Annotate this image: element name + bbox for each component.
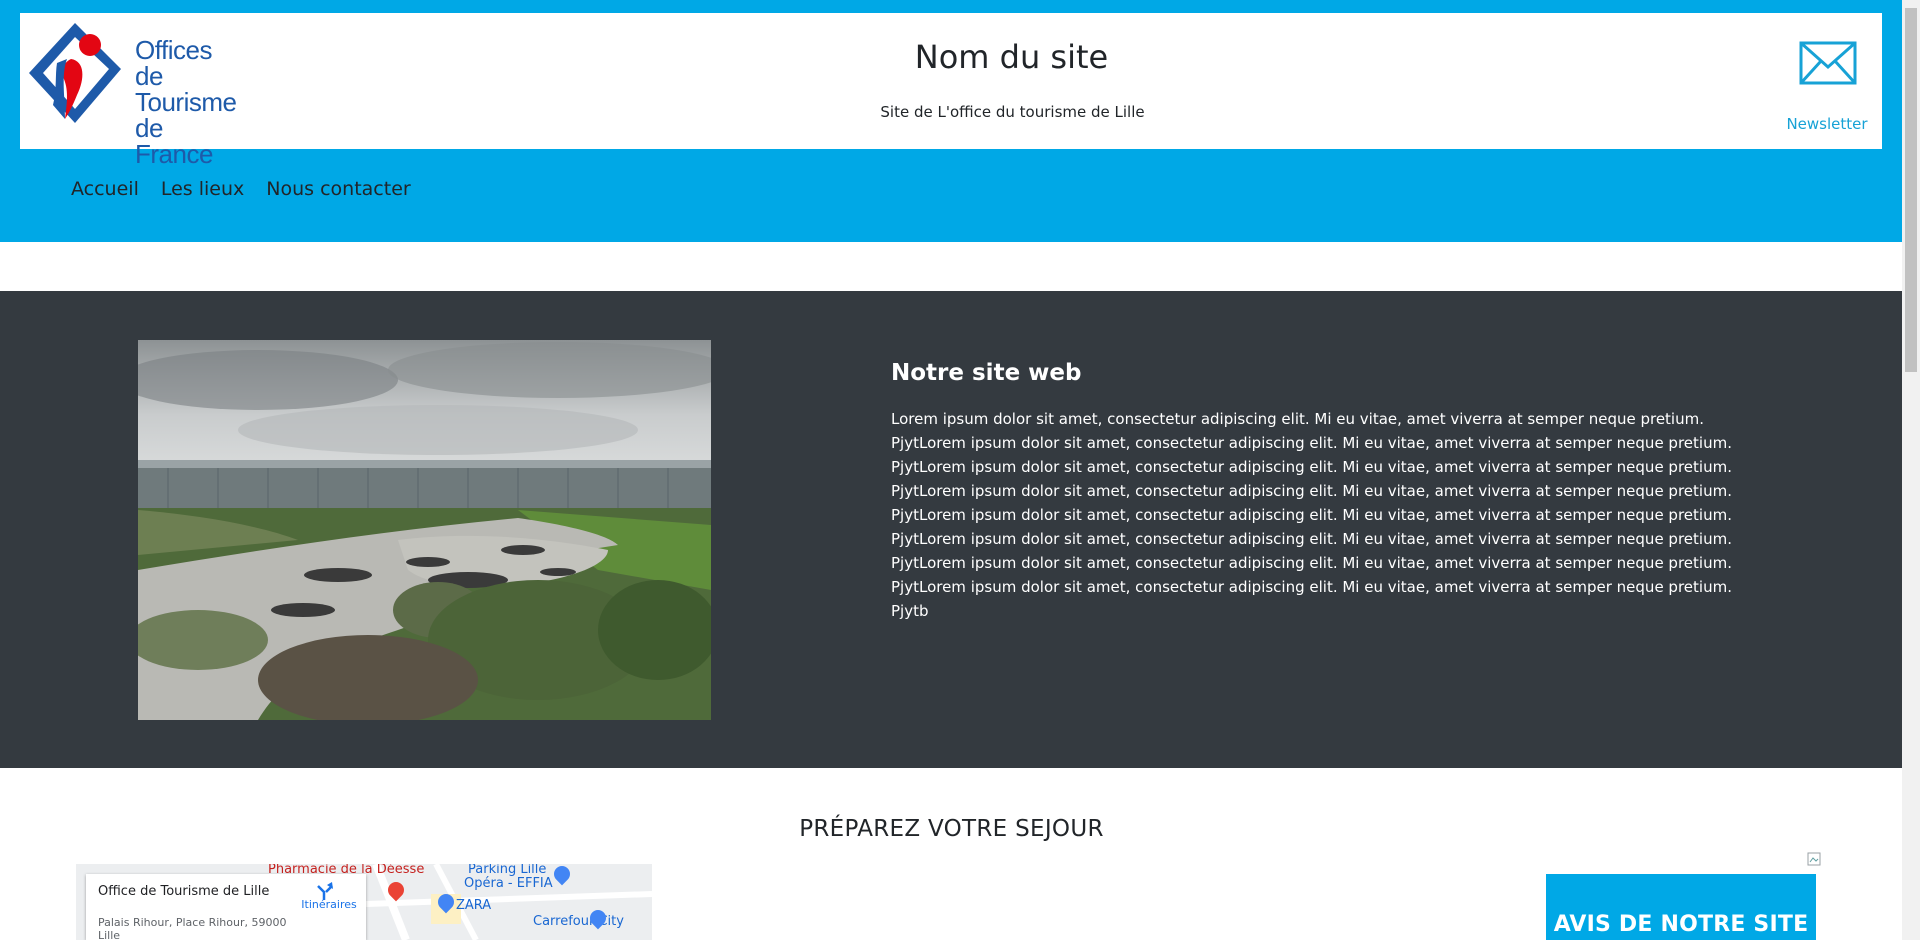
envelope-icon[interactable]: [1799, 41, 1857, 85]
map-place-name[interactable]: Office de Tourisme de Lille: [98, 884, 269, 899]
newsletter-link[interactable]: Newsletter: [1772, 115, 1882, 133]
nav-item-les-lieux[interactable]: Les lieux: [161, 178, 244, 200]
scrollbar-thumb[interactable]: [1905, 8, 1917, 372]
page: Offices de Tourisme de France Nom du sit…: [0, 0, 1902, 940]
main-nav: Accueil Les lieux Nous contacter: [71, 178, 411, 200]
logo-line: de France: [135, 113, 213, 169]
sejour-title: PRÉPAREZ VOTRE SEJOUR: [799, 816, 1104, 842]
louvre-lens-photo: [138, 340, 711, 720]
avis-box: AVIS DE NOTRE SITE: [1546, 874, 1816, 940]
about-text: Lorem ipsum dolor sit amet, consectetur …: [891, 410, 1732, 620]
avis-title: AVIS DE NOTRE SITE: [1553, 912, 1809, 937]
nav-item-accueil[interactable]: Accueil: [71, 178, 139, 200]
map-poi[interactable]: Opéra - EFFIA: [464, 876, 553, 891]
site-title: Nom du site: [914, 38, 1109, 76]
map-directions-link[interactable]: Itinéraires: [299, 898, 359, 911]
header: Offices de Tourisme de France Nom du sit…: [20, 13, 1882, 167]
site-subtitle: Site de L'office du tourisme de Lille: [880, 103, 1145, 121]
map-poi[interactable]: ZARA: [456, 898, 491, 913]
google-map[interactable]: Pharmacie de la Déesse Parking Lille Opé…: [76, 864, 652, 940]
map-place-address: Palais Rihour, Place Rihour, 59000 Lille: [98, 916, 287, 940]
broken-image-icon: [1807, 852, 1821, 866]
page-scrollbar[interactable]: [1902, 0, 1920, 940]
about-title: Notre site web: [891, 360, 1082, 386]
map-poi[interactable]: Carrefour City: [533, 914, 624, 929]
newsletter-button[interactable]: Newsletter: [1772, 27, 1882, 137]
map-place-card: Office de Tourisme de Lille Palais Rihou…: [86, 874, 366, 940]
nav-item-nous-contacter[interactable]: Nous contacter: [266, 178, 410, 200]
